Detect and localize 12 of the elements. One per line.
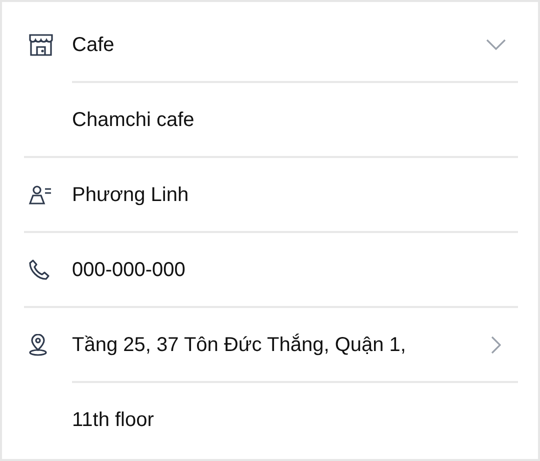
store-icon	[28, 34, 54, 56]
phone-icon	[28, 258, 50, 280]
field-value: Cafe	[72, 32, 114, 58]
location-pin-icon	[28, 334, 48, 356]
field-value: Phương Linh	[72, 182, 189, 208]
chevron-down-icon[interactable]	[486, 39, 506, 50]
person-icon	[28, 184, 54, 204]
chevron-right-icon[interactable]	[491, 336, 501, 354]
field-value: Tầng 25, 37 Tôn Đức Thắng, Quận 1,	[72, 332, 406, 358]
field-value: 000-000-000	[72, 258, 186, 282]
field-value: 11th floor	[72, 408, 154, 432]
field-value: Chamchi cafe	[72, 108, 194, 132]
